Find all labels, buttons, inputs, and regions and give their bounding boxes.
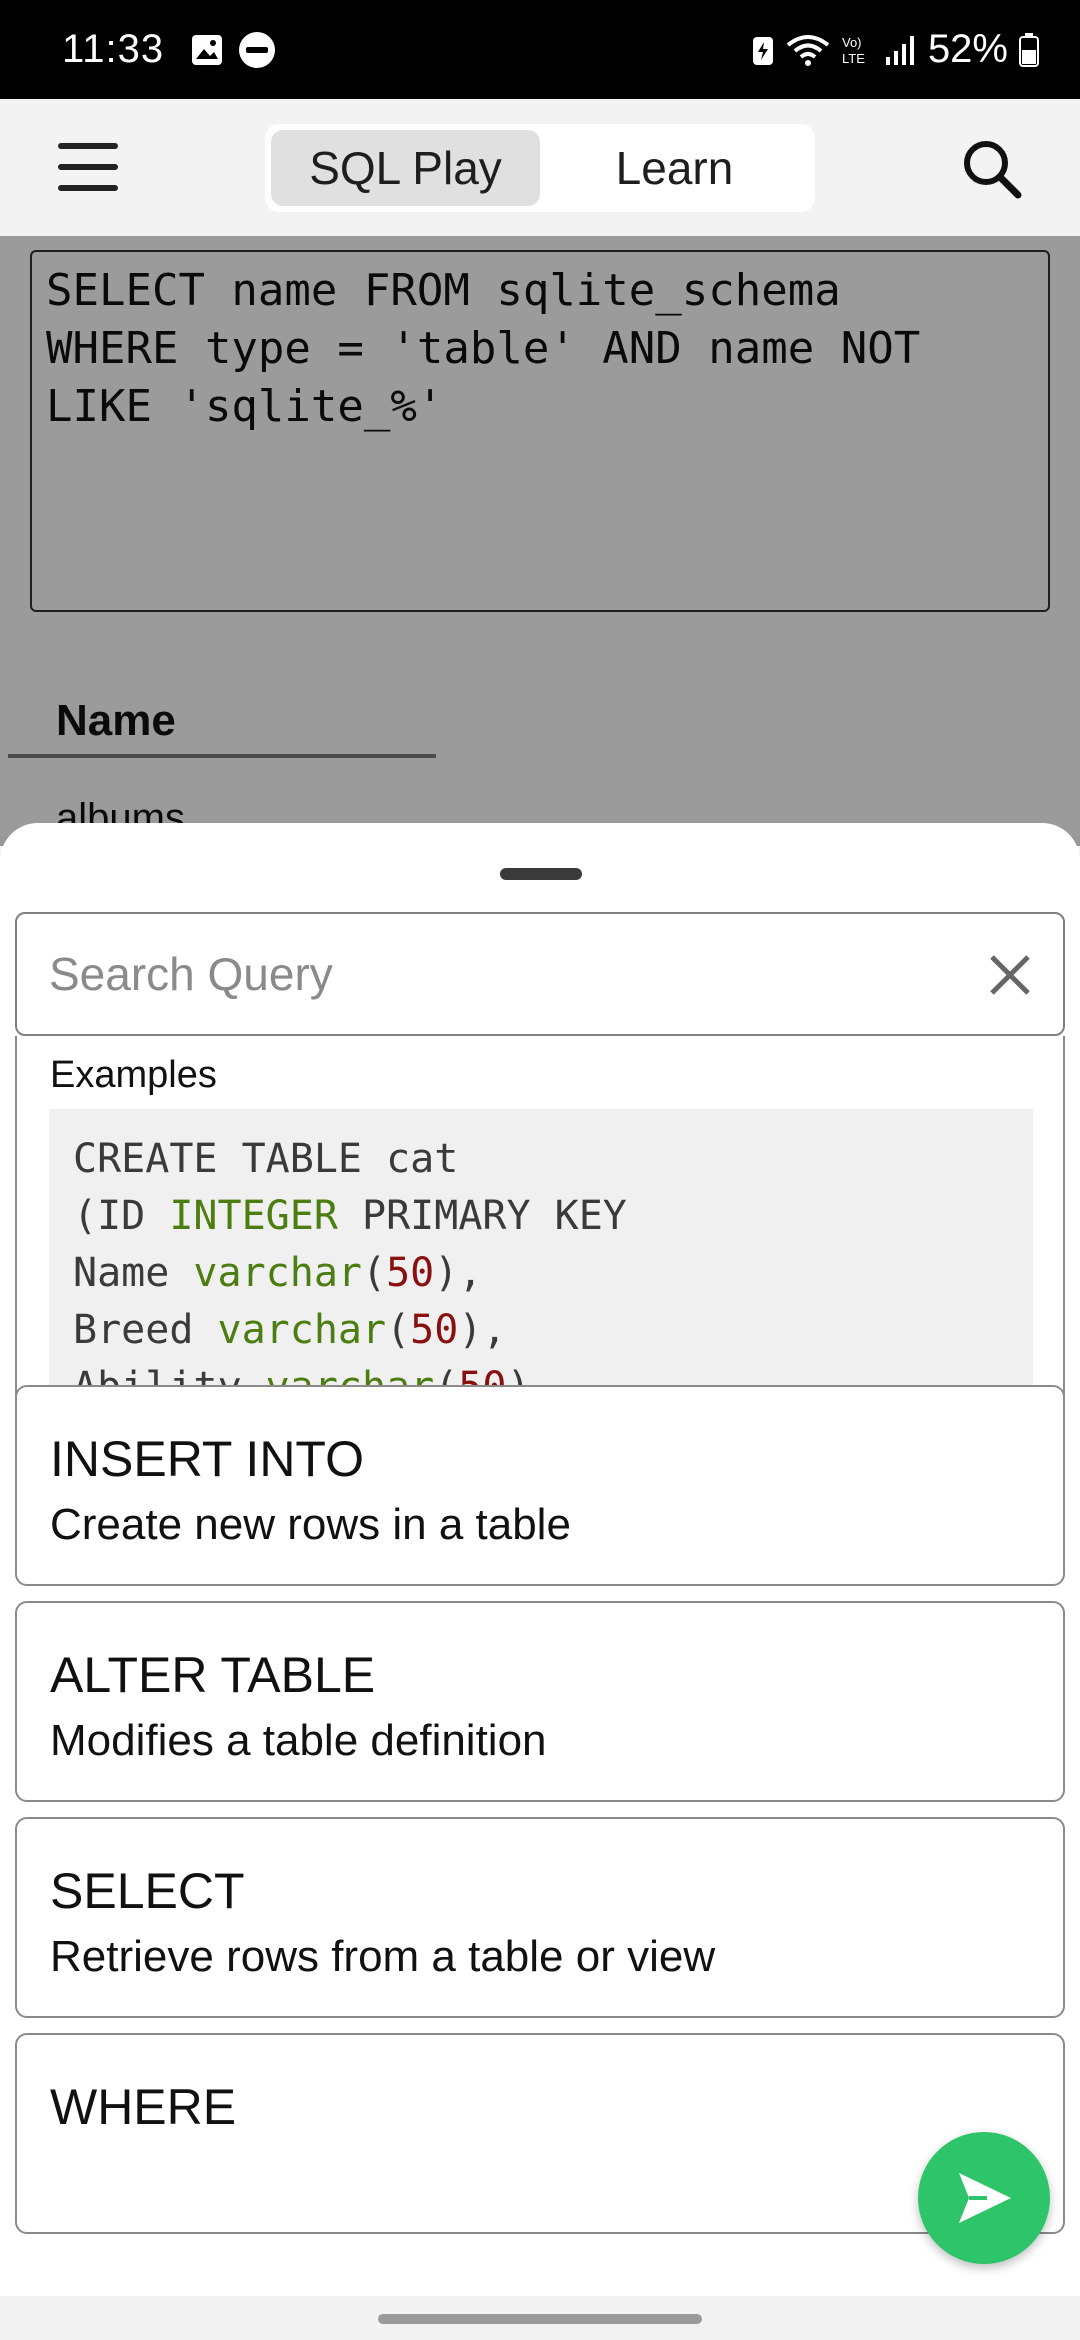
- tab-learn[interactable]: Learn: [540, 130, 809, 206]
- wifi-icon: [786, 33, 830, 67]
- bottom-sheet: Examples CREATE TABLE cat (ID INTEGER PRI…: [0, 823, 1080, 2340]
- battery-saver-icon: [750, 33, 776, 67]
- app-bar: SQL Play Learn: [0, 99, 1080, 236]
- send-icon: [959, 2173, 1011, 2223]
- dnd-icon: [238, 31, 276, 69]
- volte-icon: Vo) LTE: [840, 33, 874, 67]
- command-desc: Retrieve rows from a table or view: [50, 1932, 716, 1981]
- command-desc: Create new rows in a table: [50, 1500, 571, 1549]
- code-line: (ID INTEGER PRIMARY KEY: [73, 1193, 627, 1239]
- command-title: SELECT: [50, 1863, 245, 1919]
- gallery-icon: [190, 33, 224, 67]
- code-line: Name varchar(50),: [73, 1250, 483, 1296]
- code-line: CREATE TABLE cat: [73, 1136, 459, 1182]
- close-icon[interactable]: [987, 952, 1033, 998]
- command-alter-table[interactable]: ALTER TABLE Modifies a table definition: [15, 1601, 1065, 1802]
- svg-text:LTE: LTE: [842, 51, 865, 66]
- home-gesture-bar[interactable]: [378, 2314, 702, 2324]
- command-select[interactable]: SELECT Retrieve rows from a table or vie…: [15, 1817, 1065, 2018]
- system-nav-bar: [0, 2296, 1080, 2340]
- drag-handle[interactable]: [500, 868, 582, 880]
- battery-percent: 52%: [927, 27, 1008, 71]
- search-query-field[interactable]: [15, 912, 1065, 1036]
- query-list[interactable]: Examples CREATE TABLE cat (ID INTEGER PRI…: [0, 1036, 1080, 2326]
- sheet-scrim[interactable]: [0, 236, 1080, 846]
- tab-sql-play[interactable]: SQL Play: [271, 130, 540, 206]
- search-icon[interactable]: [960, 137, 1024, 201]
- mode-toggle: SQL Play Learn: [265, 124, 815, 212]
- run-query-button[interactable]: [918, 2132, 1050, 2264]
- command-title: INSERT INTO: [50, 1431, 364, 1487]
- search-input[interactable]: [49, 947, 949, 1001]
- command-desc: Modifies a table definition: [50, 1716, 547, 1765]
- menu-icon[interactable]: [58, 143, 118, 191]
- code-line: Breed varchar(50),: [73, 1307, 507, 1353]
- command-title: WHERE: [50, 2079, 237, 2135]
- battery-icon: [1018, 32, 1040, 68]
- examples-title: Examples: [50, 1054, 217, 1096]
- status-time: 11:33: [62, 27, 165, 71]
- status-bar: 11:33 Vo) LTE 52%: [0, 0, 1080, 99]
- command-title: ALTER TABLE: [50, 1647, 376, 1703]
- signal-icon: [884, 33, 918, 67]
- command-where[interactable]: WHERE: [15, 2033, 1065, 2234]
- command-insert-into[interactable]: INSERT INTO Create new rows in a table: [15, 1385, 1065, 1586]
- svg-text:Vo): Vo): [842, 35, 862, 50]
